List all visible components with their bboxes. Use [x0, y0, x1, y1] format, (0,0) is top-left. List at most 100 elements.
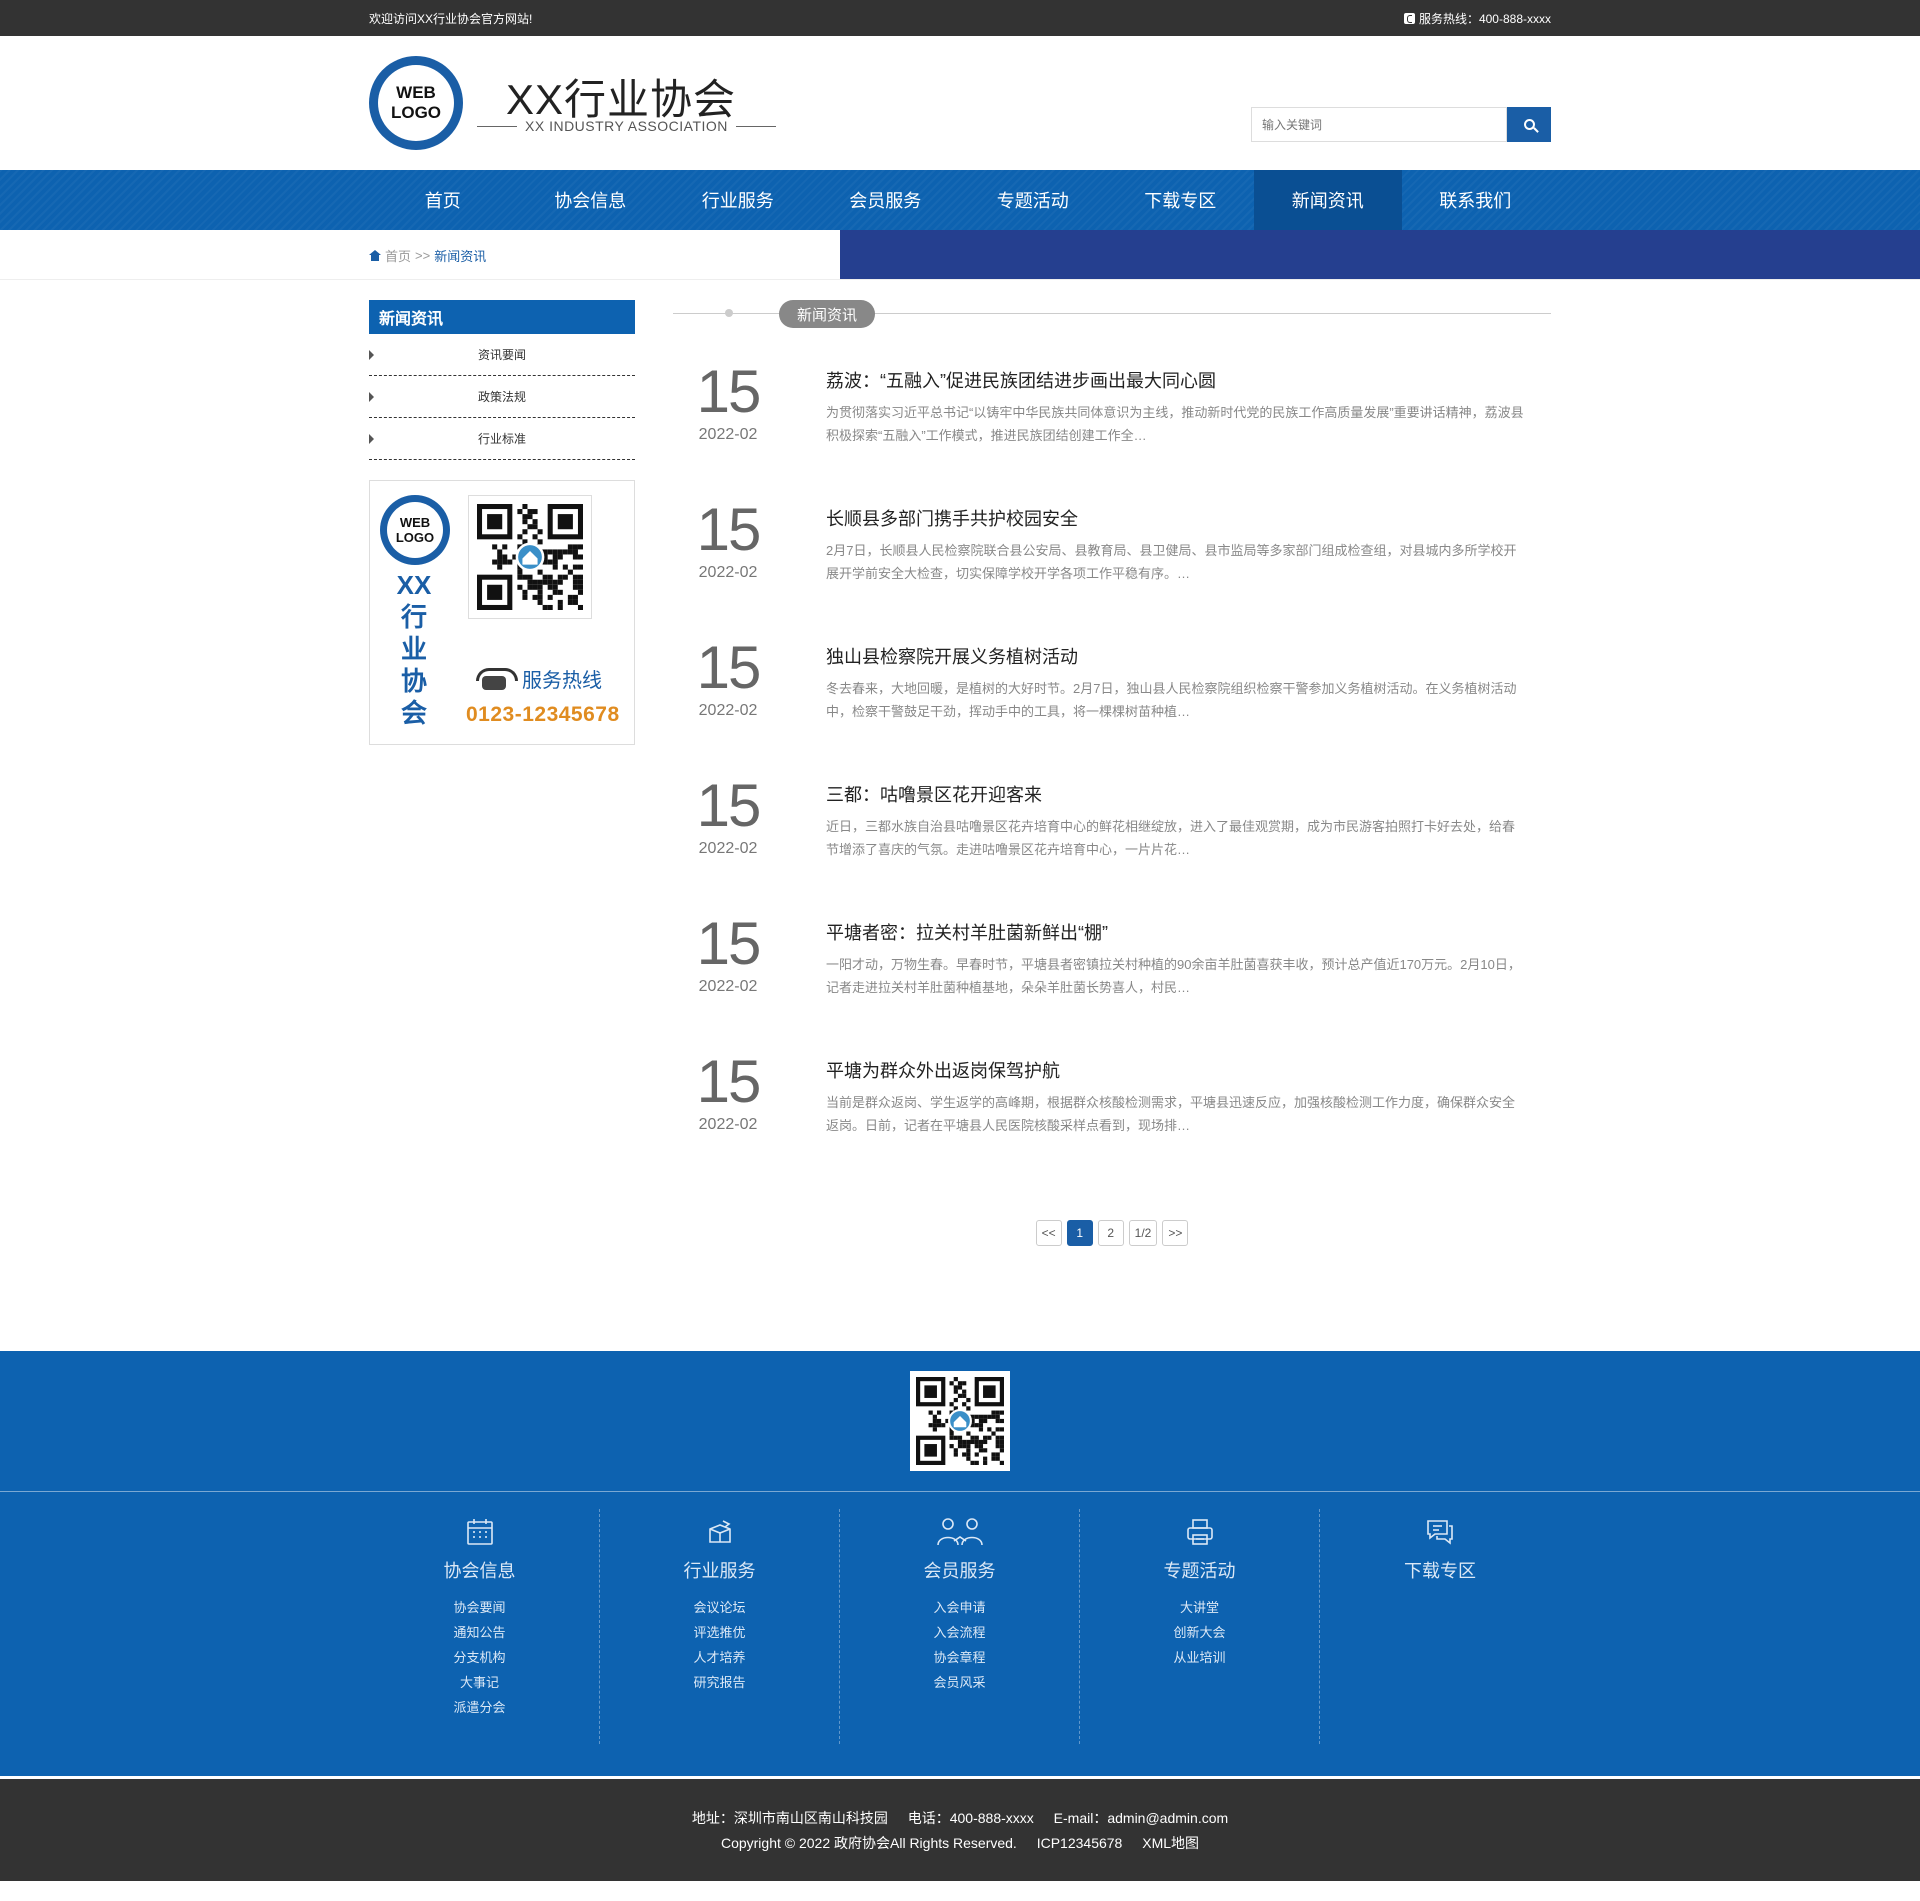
site-header: WEB LOGO XX行业协会 XX INDUSTRY ASSOCIATION: [0, 36, 1920, 170]
footer-link[interactable]: 大讲堂: [1080, 1595, 1319, 1620]
breadcrumb-current[interactable]: 新闻资讯: [434, 246, 486, 265]
news-summary: 2月7日，长顺县人民检察院联合县公安局、县教育局、县卫健局、县市监局等多家部门组…: [826, 543, 1517, 581]
news-title[interactable]: 长顺县多部门携手共护校园安全: [826, 505, 1078, 531]
sidebar-item-label: 政策法规: [477, 390, 526, 404]
pager-page-1[interactable]: 1: [1066, 1220, 1093, 1246]
footer-link[interactable]: 入会申请: [840, 1595, 1079, 1620]
footer-col-downloads: 下载专区: [1320, 1509, 1560, 1744]
nav-industry-service[interactable]: 行业服务: [664, 170, 812, 230]
top-bar: 欢迎访问XX行业协会官方网站! 服务热线：400-888-xxxx: [0, 0, 1920, 36]
divider: [0, 1491, 1920, 1492]
contact-promo: WEB LOGO XX行业协会 服务热线 0123-12345678: [369, 480, 635, 745]
footer-link[interactable]: 会议论坛: [600, 1595, 839, 1620]
footer-columns: 协会信息 协会要闻 通知公告 分支机构 大事记 派遣分会 行业服务 会议论坛 评…: [0, 1509, 1920, 1744]
chat-icon: [1427, 1520, 1453, 1545]
news-month: 2022-02: [698, 840, 758, 857]
news-title[interactable]: 平塘为群众外出返岗保驾护航: [826, 1057, 1060, 1083]
footer-link[interactable]: 研究报告: [600, 1670, 839, 1695]
news-summary: 为贯彻落实习近平总书记“以铸牢中华民族共同体意识为主线，推动新时代党的民族工作高…: [826, 405, 1524, 443]
pager-page-2[interactable]: 2: [1097, 1220, 1124, 1246]
footer-phone: 电话：400-888-xxxx: [907, 1810, 1034, 1826]
footer-link[interactable]: 创新大会: [1080, 1620, 1319, 1645]
section-header: 新闻资讯: [673, 300, 1551, 330]
qr-code: [468, 495, 592, 619]
hotline: 服务热线：400-888-xxxx: [1403, 10, 1551, 27]
promo-name: XX行业协会: [396, 570, 432, 728]
news-title[interactable]: 平塘者密：拉关村羊肚菌新鲜出“棚”: [826, 919, 1108, 945]
footer-link[interactable]: 协会章程: [840, 1645, 1079, 1670]
footer-col-events: 专题活动 大讲堂 创新大会 从业培训: [1080, 1509, 1320, 1744]
site-logo[interactable]: WEB LOGO: [369, 56, 463, 150]
pager-next[interactable]: >>: [1162, 1220, 1189, 1246]
news-item[interactable]: 15 2022-02 平塘者密：拉关村羊肚菌新鲜出“棚” 一阳才动，万物生春。早…: [673, 910, 1551, 1057]
site-subtitle: XX INDUSTRY ASSOCIATION: [477, 118, 776, 134]
news-title[interactable]: 三都：咕噜景区花开迎客来: [826, 781, 1042, 807]
sidebar-item-standards[interactable]: 行业标准: [369, 418, 635, 460]
promo-hot-number: 0123-12345678: [466, 703, 620, 726]
footer-link[interactable]: 大事记: [360, 1670, 599, 1695]
footer-link[interactable]: 从业培训: [1080, 1645, 1319, 1670]
news-item[interactable]: 15 2022-02 长顺县多部门携手共护校园安全 2月7日，长顺县人民检察院联…: [673, 496, 1551, 643]
news-title[interactable]: 荔波：“五融入”促进民族团结进步画出最大同心圆: [826, 367, 1216, 393]
phone-icon: [1403, 12, 1415, 24]
nav-downloads[interactable]: 下载专区: [1107, 170, 1255, 230]
qr-code-icon: [477, 504, 583, 610]
sidebar-item-label: 行业标准: [477, 432, 526, 446]
footer-col-title[interactable]: 行业服务: [600, 1557, 839, 1583]
news-item[interactable]: 15 2022-02 平塘为群众外出返岗保驾护航 当前是群众返岗、学生返学的高峰…: [673, 1048, 1551, 1195]
sidebar-item-policies[interactable]: 政策法规: [369, 376, 635, 418]
nav-contact[interactable]: 联系我们: [1402, 170, 1550, 230]
footer-copyright: Copyright © 2022 政府协会All Rights Reserved…: [720, 1835, 1017, 1851]
breadcrumb-home[interactable]: 首页: [385, 246, 411, 265]
news-summary: 冬去春来，大地回暖，是植树的大好时节。2月7日，独山县人民检察院组织检察干警参加…: [826, 681, 1517, 719]
footer-col-title[interactable]: 专题活动: [1080, 1557, 1319, 1583]
footer-email[interactable]: E-mail：admin@admin.com: [1054, 1810, 1228, 1826]
news-item[interactable]: 15 2022-02 独山县检察院开展义务植树活动 冬去春来，大地回暖，是植树的…: [673, 634, 1551, 781]
telephone-icon: [474, 666, 518, 692]
footer-link[interactable]: 入会流程: [840, 1620, 1079, 1645]
news-title[interactable]: 独山县检察院开展义务植树活动: [826, 643, 1078, 669]
nav-home[interactable]: 首页: [369, 170, 517, 230]
pagination: << 1 2 1/2 >>: [673, 1220, 1551, 1246]
nav-news[interactable]: 新闻资讯: [1254, 170, 1402, 230]
sidebar-item-label: 资讯要闻: [477, 348, 526, 362]
news-month: 2022-02: [698, 1116, 758, 1133]
nav-special-events[interactable]: 专题活动: [959, 170, 1107, 230]
nav-member-service[interactable]: 会员服务: [812, 170, 960, 230]
calendar-icon: [466, 1519, 493, 1545]
logo-text-2: LOGO: [390, 103, 442, 122]
members-icon: [936, 1518, 983, 1546]
search-input[interactable]: [1251, 107, 1507, 142]
search-button[interactable]: [1507, 107, 1551, 142]
footer-link[interactable]: 会员风采: [840, 1670, 1079, 1695]
news-item[interactable]: 15 2022-02 三都：咕噜景区花开迎客来 近日，三都水族自治县咕噜景区花卉…: [673, 772, 1551, 919]
pager-info: 1/2: [1128, 1220, 1158, 1246]
nav-association-info[interactable]: 协会信息: [517, 170, 665, 230]
news-item[interactable]: 15 2022-02 荔波：“五融入”促进民族团结进步画出最大同心圆 为贯彻落实…: [673, 358, 1551, 505]
divider-dot: [725, 309, 733, 317]
footer-link[interactable]: 协会要闻: [360, 1595, 599, 1620]
footer-link[interactable]: 评选推优: [600, 1620, 839, 1645]
footer-link[interactable]: 通知公告: [360, 1620, 599, 1645]
footer-col-title[interactable]: 会员服务: [840, 1557, 1079, 1583]
footer-icp[interactable]: ICP12345678: [1037, 1835, 1123, 1851]
logo-text-2: LOGO: [395, 530, 435, 545]
main-area: 新闻资讯 资讯要闻 政策法规 行业标准 WEB LOGO XX行业协会 服务热线: [0, 280, 1920, 1351]
footer-col-title[interactable]: 协会信息: [360, 1557, 599, 1583]
logo-text-1: WEB: [399, 515, 431, 530]
footer-sitemap-link[interactable]: XML地图: [1142, 1835, 1199, 1851]
pager-prev[interactable]: <<: [1035, 1220, 1062, 1246]
breadcrumb-band: 首页 >> 新闻资讯: [0, 230, 1920, 280]
box-icon: [708, 1520, 731, 1543]
footer-link[interactable]: 分支机构: [360, 1645, 599, 1670]
breadcrumb: 首页 >> 新闻资讯: [369, 230, 1551, 280]
welcome-text: 欢迎访问XX行业协会官方网站!: [369, 11, 533, 26]
footer-col-title[interactable]: 下载专区: [1320, 1557, 1560, 1583]
footer-link[interactable]: 人才培养: [600, 1645, 839, 1670]
news-month: 2022-02: [698, 564, 758, 581]
sidebar-item-news-highlights[interactable]: 资讯要闻: [369, 334, 635, 376]
footer-link[interactable]: 派遣分会: [360, 1695, 599, 1720]
news-month: 2022-02: [698, 978, 758, 995]
subtitle-text: XX INDUSTRY ASSOCIATION: [525, 118, 728, 134]
sidebar-title: 新闻资讯: [369, 300, 635, 334]
